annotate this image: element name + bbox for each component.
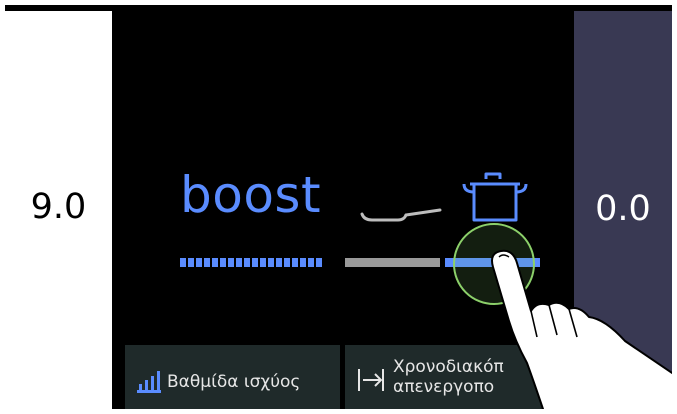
left-zone-value: 9.0 [30, 187, 87, 227]
cooktop-display: 9.0 0.0 boost Βαθμίδα ισχύος Χρονοδιακόπ… [5, 5, 672, 409]
left-zone-panel[interactable]: 9.0 [5, 11, 112, 409]
pot-icon[interactable] [460, 170, 530, 226]
boost-label: boost [180, 166, 322, 224]
pointing-hand-icon [491, 249, 672, 409]
frying-pan-indicator-bar [345, 258, 440, 267]
power-level-icon [137, 371, 161, 393]
right-zone-value: 0.0 [595, 189, 651, 229]
power-level-label: Βαθμίδα ισχύος [167, 372, 301, 392]
frying-pan-icon[interactable] [360, 200, 445, 230]
timer-off-icon [358, 369, 384, 391]
power-level-button[interactable]: Βαθμίδα ισχύος [125, 345, 340, 409]
power-level-bar [180, 258, 322, 267]
